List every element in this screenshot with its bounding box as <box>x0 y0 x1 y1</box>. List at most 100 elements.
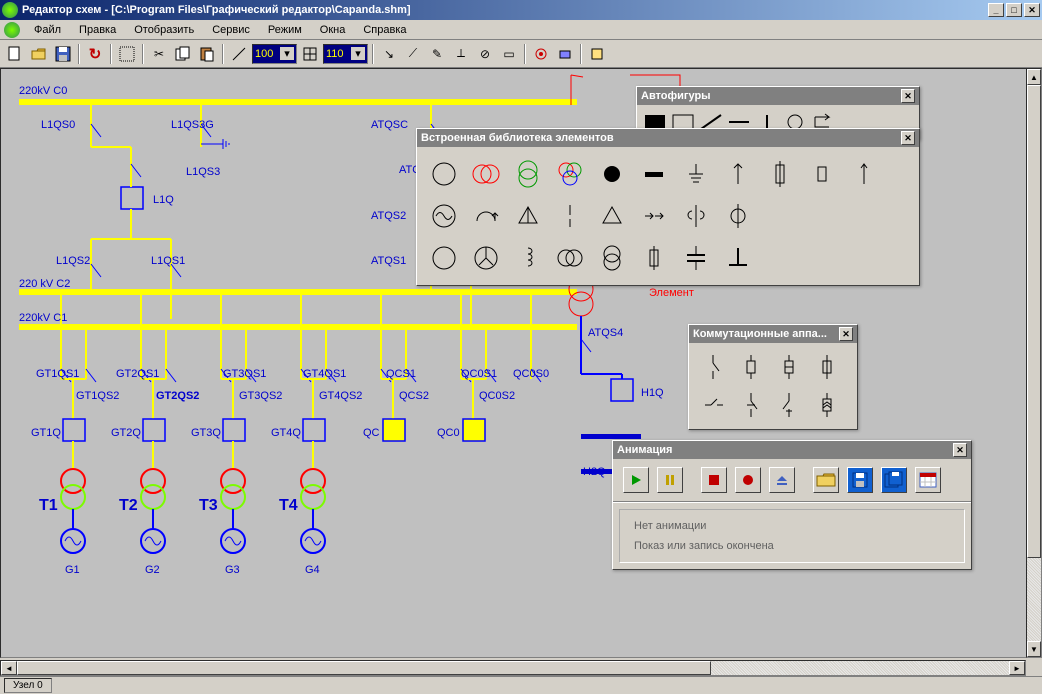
label-gt1q: GT1Q <box>31 427 61 439</box>
tool-6[interactable]: ▭ <box>498 43 520 65</box>
open-button[interactable] <box>28 43 50 65</box>
library-close[interactable]: ✕ <box>901 131 915 145</box>
pause-button[interactable] <box>657 467 683 493</box>
lib-motor-icon[interactable] <box>465 237 507 279</box>
lib-arrows-icon[interactable] <box>633 195 675 237</box>
autoshapes-close[interactable]: ✕ <box>901 89 915 103</box>
toolbar: ↻ ✂ 100▾ 110▾ ↘ ⟋ ✎ ⟂ ⊘ ▭ <box>0 40 1042 68</box>
lib-delta-icon[interactable] <box>507 195 549 237</box>
label-gt4q: GT4Q <box>271 427 301 439</box>
lib-2circ-red-icon[interactable] <box>465 153 507 195</box>
line-tool[interactable] <box>228 43 250 65</box>
menu-file[interactable]: Файл <box>26 22 69 38</box>
scroll-right[interactable]: ► <box>1009 661 1025 675</box>
comm-breaker2-icon[interactable] <box>771 349 807 385</box>
commutation-panel[interactable]: Коммутационные аппа...✕ <box>688 324 858 430</box>
save-all-button[interactable] <box>881 467 907 493</box>
lib-ground-icon[interactable] <box>675 153 717 195</box>
label-element: Элемент <box>649 287 694 299</box>
lib-2circ-icon[interactable] <box>549 237 591 279</box>
scroll-up[interactable]: ▲ <box>1027 69 1041 85</box>
close-button[interactable]: ✕ <box>1024 3 1040 17</box>
autoshapes-title: Автофигуры <box>641 90 711 102</box>
lib-vdash-icon[interactable] <box>549 195 591 237</box>
label-qc: QC <box>363 427 380 439</box>
lib-source-icon[interactable] <box>423 195 465 237</box>
lib-dot-icon[interactable] <box>591 153 633 195</box>
tool-3[interactable]: ✎ <box>426 43 448 65</box>
copy-button[interactable] <box>172 43 194 65</box>
bus-220kv-c1 <box>19 324 577 330</box>
menu-view[interactable]: Отобразить <box>126 22 202 38</box>
animation-panel[interactable]: Анимация✕ Нет анимации Показ или запись … <box>612 440 972 570</box>
play-button[interactable] <box>623 467 649 493</box>
tool-2[interactable]: ⟋ <box>402 43 424 65</box>
lib-3circ-icon[interactable] <box>549 153 591 195</box>
new-button[interactable] <box>4 43 26 65</box>
comm-breaker1-icon[interactable] <box>733 349 769 385</box>
lib-coil-in-icon[interactable] <box>675 195 717 237</box>
zoom1-combo[interactable]: 100▾ <box>252 44 297 64</box>
lib-spacer4 <box>759 237 801 279</box>
minimize-button[interactable]: _ <box>988 3 1004 17</box>
paste-button[interactable] <box>196 43 218 65</box>
lib-box-icon[interactable] <box>633 237 675 279</box>
h-thumb[interactable] <box>17 661 711 675</box>
menu-service[interactable]: Сервис <box>204 22 258 38</box>
lib-cross-circ-icon[interactable] <box>717 195 759 237</box>
lib-circle-icon[interactable] <box>423 153 465 195</box>
stop-button[interactable] <box>701 467 727 493</box>
tool-5[interactable]: ⊘ <box>474 43 496 65</box>
save-anim-button[interactable] <box>847 467 873 493</box>
tool-9[interactable] <box>586 43 608 65</box>
comm-switch1-icon[interactable] <box>695 349 731 385</box>
scroll-left[interactable]: ◄ <box>1 661 17 675</box>
menu-windows[interactable]: Окна <box>312 22 354 38</box>
comm-switch4-icon[interactable] <box>771 387 807 423</box>
lib-delta2-icon[interactable] <box>591 195 633 237</box>
lib-up-arrow-icon[interactable] <box>717 153 759 195</box>
tool-8[interactable] <box>554 43 576 65</box>
lib-coil-icon[interactable] <box>507 237 549 279</box>
lib-cap-icon[interactable] <box>801 153 843 195</box>
library-panel[interactable]: Встроенная библиотека элементов✕ <box>416 128 920 286</box>
zoom2-combo[interactable]: 110▾ <box>323 44 368 64</box>
tool-1[interactable]: ↘ <box>378 43 400 65</box>
label-t4: T4 <box>279 497 298 515</box>
lib-fuse-icon[interactable] <box>759 153 801 195</box>
lib-trans-icon[interactable] <box>591 237 633 279</box>
lib-up-thin-icon[interactable] <box>843 153 885 195</box>
menu-edit[interactable]: Правка <box>71 22 124 38</box>
menu-mode[interactable]: Режим <box>260 22 310 38</box>
comm-breaker3-icon[interactable] <box>809 349 845 385</box>
v-thumb[interactable] <box>1027 85 1041 558</box>
animation-close[interactable]: ✕ <box>953 443 967 457</box>
horizontal-scrollbar[interactable]: ◄ ► <box>0 660 1026 676</box>
label-atqsc: ATQSC <box>371 119 408 131</box>
comm-switch3-icon[interactable] <box>733 387 769 423</box>
scroll-down[interactable]: ▼ <box>1027 641 1041 657</box>
lib-circle2-icon[interactable] <box>423 237 465 279</box>
snap-button[interactable] <box>116 43 138 65</box>
menu-help[interactable]: Справка <box>355 22 414 38</box>
calendar-button[interactable] <box>915 467 941 493</box>
maximize-button[interactable]: □ <box>1006 3 1022 17</box>
grid-button[interactable] <box>299 43 321 65</box>
comm-switch2-icon[interactable] <box>695 387 731 423</box>
eject-button[interactable] <box>769 467 795 493</box>
lib-2circ-green-icon[interactable] <box>507 153 549 195</box>
lib-cap2-icon[interactable] <box>675 237 717 279</box>
vertical-scrollbar[interactable]: ▲ ▼ <box>1026 68 1042 658</box>
lib-bar-icon[interactable] <box>633 153 675 195</box>
lib-phasor-icon[interactable] <box>465 195 507 237</box>
open-folder-button[interactable] <box>813 467 839 493</box>
cut-button[interactable]: ✂ <box>148 43 170 65</box>
tool-7[interactable] <box>530 43 552 65</box>
comm-breaker4-icon[interactable] <box>809 387 845 423</box>
record-button[interactable] <box>735 467 761 493</box>
refresh-button[interactable]: ↻ <box>84 43 106 65</box>
lib-perp-icon[interactable] <box>717 237 759 279</box>
tool-4[interactable]: ⟂ <box>450 43 472 65</box>
commutation-close[interactable]: ✕ <box>839 327 853 341</box>
save-button[interactable] <box>52 43 74 65</box>
